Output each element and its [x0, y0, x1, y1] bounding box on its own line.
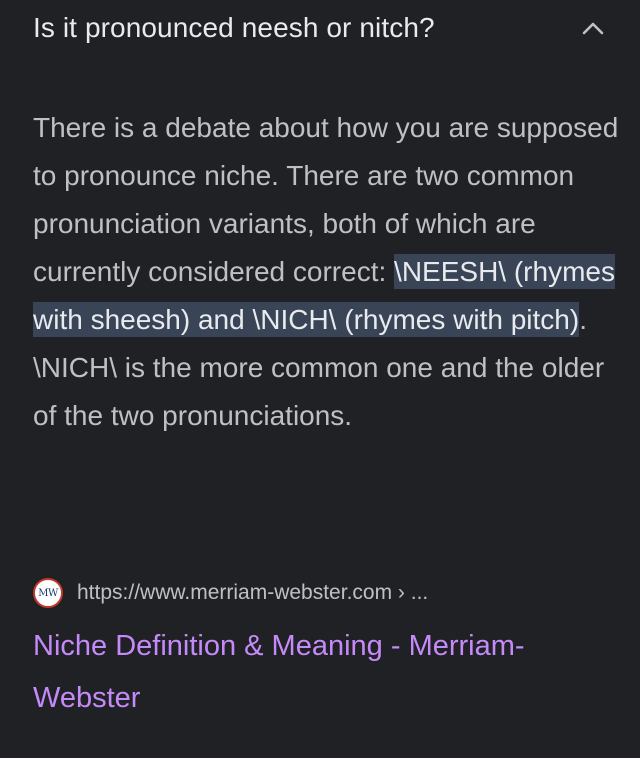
- result-title-link[interactable]: Niche Definition & Meaning - Merriam-Web…: [33, 620, 618, 724]
- question-title: Is it pronounced neesh or nitch?: [33, 12, 435, 43]
- source-link[interactable]: MW https://www.merriam-webster.com › ...: [33, 578, 428, 608]
- chevron-up-icon[interactable]: [578, 16, 608, 40]
- answer-text: There is a debate about how you are supp…: [33, 104, 623, 440]
- merriam-webster-favicon: MW: [33, 578, 63, 608]
- source-url[interactable]: https://www.merriam-webster.com › ...: [77, 581, 428, 605]
- question-header[interactable]: Is it pronounced neesh or nitch?: [33, 0, 608, 56]
